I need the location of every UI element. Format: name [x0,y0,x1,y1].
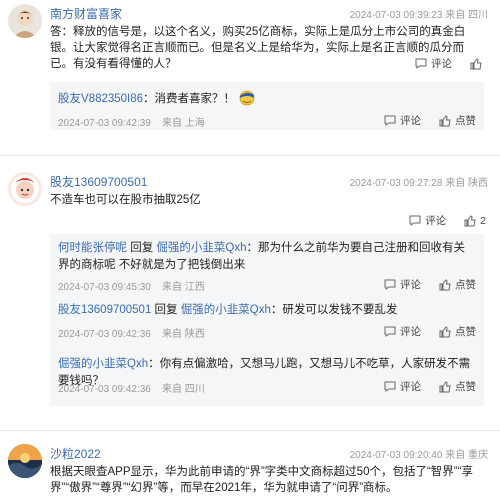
reply-meta: 2024-07-03 09:42:36 来自 四川 [58,380,205,395]
reply-text: 何时能张停呢 回复 倔强的小韭菜Qxh：那为什么之前华为要自己注册和回收有关界的… [58,240,476,274]
comment-text: 不造车也可以在股市抽取25亿 [50,194,201,206]
reply-target[interactable]: 倔强的小韭菜Qxh [156,242,246,254]
reply-text: 股友V882350I86：消费者喜家？！ [58,90,476,108]
comment-post: 沙粒2022 2024-07-03 09:20:40 来自 重庆 根据天眼查AP… [0,440,500,497]
username[interactable]: 南方财富喜家 [50,5,122,22]
reply-like-button[interactable]: 点赞 [439,277,476,292]
reply-actions: 评论 点赞 [384,379,476,394]
reply-like-label: 点赞 [455,115,476,127]
comment-icon [384,381,396,392]
reply-like-label: 点赞 [455,381,476,393]
comment-post: 南方财富喜家 2024-07-03 09:39:23 来自 四川 答：释放的信号… [0,0,500,150]
avatar[interactable] [8,172,42,206]
username[interactable]: 沙粒2022 [50,445,101,462]
divider [0,430,500,431]
comment-actions: 评论 [415,56,486,71]
avatar[interactable] [8,4,42,38]
thumbs-up-icon [439,380,451,392]
divider [0,155,500,156]
reply-text: 股友13609700501 回复 倔强的小韭菜Qxh：研发可以发钱不要乱发 [58,302,476,319]
reply-comment-label: 评论 [400,326,421,338]
thumbs-up-icon [464,214,476,226]
comment-icon [415,58,427,69]
reply-actions: 评论 点赞 [384,324,476,339]
comment-actions: 评论 2 [409,213,486,228]
reply-comment-button[interactable]: 评论 [384,324,421,339]
comment-text: 根据天眼查APP显示，华为此前申请的“界”字类中文商标超过50个，包括了“智界”… [50,466,473,494]
reply-timestamp: 2024-07-03 09:42:36 [58,384,151,395]
comment-icon [409,215,421,226]
reply-block: 股友V882350I86：消费者喜家？！ 2024-07-03 09:42:39… [50,82,484,130]
username[interactable]: 股友13609700501 [50,173,147,190]
avatar[interactable] [8,444,42,478]
like-button[interactable] [470,56,486,71]
reply-block: 何时能张停呢 回复 倔强的小韭菜Qxh：那为什么之前华为要自己注册和回收有关界的… [50,234,484,406]
post-meta: 2024-07-03 09:20:40 来自 重庆 [350,446,488,461]
location: 来自 陕西 [445,178,488,189]
reply-timestamp: 2024-07-03 09:42:36 [58,329,151,340]
comment-icon [384,326,396,337]
comment-icon [384,279,396,290]
comment-label: 评论 [431,58,452,70]
reply-timestamp: 2024-07-03 09:42:39 [58,118,151,129]
location: 来自 重庆 [445,450,488,461]
like-count: 2 [480,214,486,227]
reply-username[interactable]: 股友13609700501 [58,304,151,316]
timestamp: 2024-07-03 09:39:23 [349,10,443,21]
reply-actions: 评论 点赞 [384,113,476,128]
reply-timestamp: 2024-07-03 09:45:30 [58,282,151,293]
reply-actions: 评论 点赞 [384,277,476,292]
reply-word: 回复 [151,304,181,316]
reply-meta: 2024-07-03 09:42:36 来自 陕西 [58,325,205,340]
comment-button[interactable]: 评论 [409,213,446,228]
reply-location: 来自 江西 [161,282,205,293]
reply-location: 来自 陕西 [161,329,205,340]
reply-like-button[interactable]: 点赞 [439,113,476,128]
comment-post: 股友13609700501 2024-07-03 09:27:28 来自 陕西 … [0,168,500,430]
reply-meta: 2024-07-03 09:45:30 来自 江西 [58,278,205,293]
reply-like-label: 点赞 [455,326,476,338]
reply-comment-label: 评论 [400,279,421,291]
reply-location: 来自 上海 [161,118,205,129]
thumbs-up-icon [439,114,451,126]
post-meta: 2024-07-03 09:27:28 来自 陕西 [350,174,488,189]
comment-button[interactable]: 评论 [415,56,452,71]
thumbs-up-icon [439,278,451,290]
reply-meta: 2024-07-03 09:42:39 来自 上海 [58,114,205,129]
reply-comment-button[interactable]: 评论 [384,277,421,292]
reply-location: 来自 四川 [161,384,205,395]
reply-comment-button[interactable]: 评论 [384,113,421,128]
reply-target[interactable]: 倔强的小韭菜Qxh [181,304,271,316]
reply-content: ：消费者喜家？！ [143,93,236,105]
reply-like-label: 点赞 [455,279,476,291]
thumbs-up-icon [439,325,451,337]
reply-username[interactable]: 何时能张停呢 [58,242,127,254]
reply-like-button[interactable]: 点赞 [439,379,476,394]
comment-label: 评论 [425,215,447,227]
reply-word: 回复 [127,242,157,254]
reply-comment-label: 评论 [400,381,421,393]
reply-username[interactable]: 股友V882350I86 [58,93,143,105]
emoji-icon [239,90,255,106]
reply-like-button[interactable]: 点赞 [439,324,476,339]
reply-comment-button[interactable]: 评论 [384,379,421,394]
timestamp: 2024-07-03 09:27:28 [349,178,443,189]
location: 来自 四川 [445,10,488,21]
reply-comment-label: 评论 [400,115,421,127]
thumbs-up-icon [470,57,482,69]
reply-content: ：研发可以发钱不要乱发 [270,304,398,316]
timestamp: 2024-07-03 09:20:40 [349,450,443,461]
comment-icon [384,115,396,126]
reply-username[interactable]: 倔强的小韭菜Qxh [58,358,148,370]
like-button[interactable]: 2 [464,213,486,228]
post-meta: 2024-07-03 09:39:23 来自 四川 [350,6,488,21]
